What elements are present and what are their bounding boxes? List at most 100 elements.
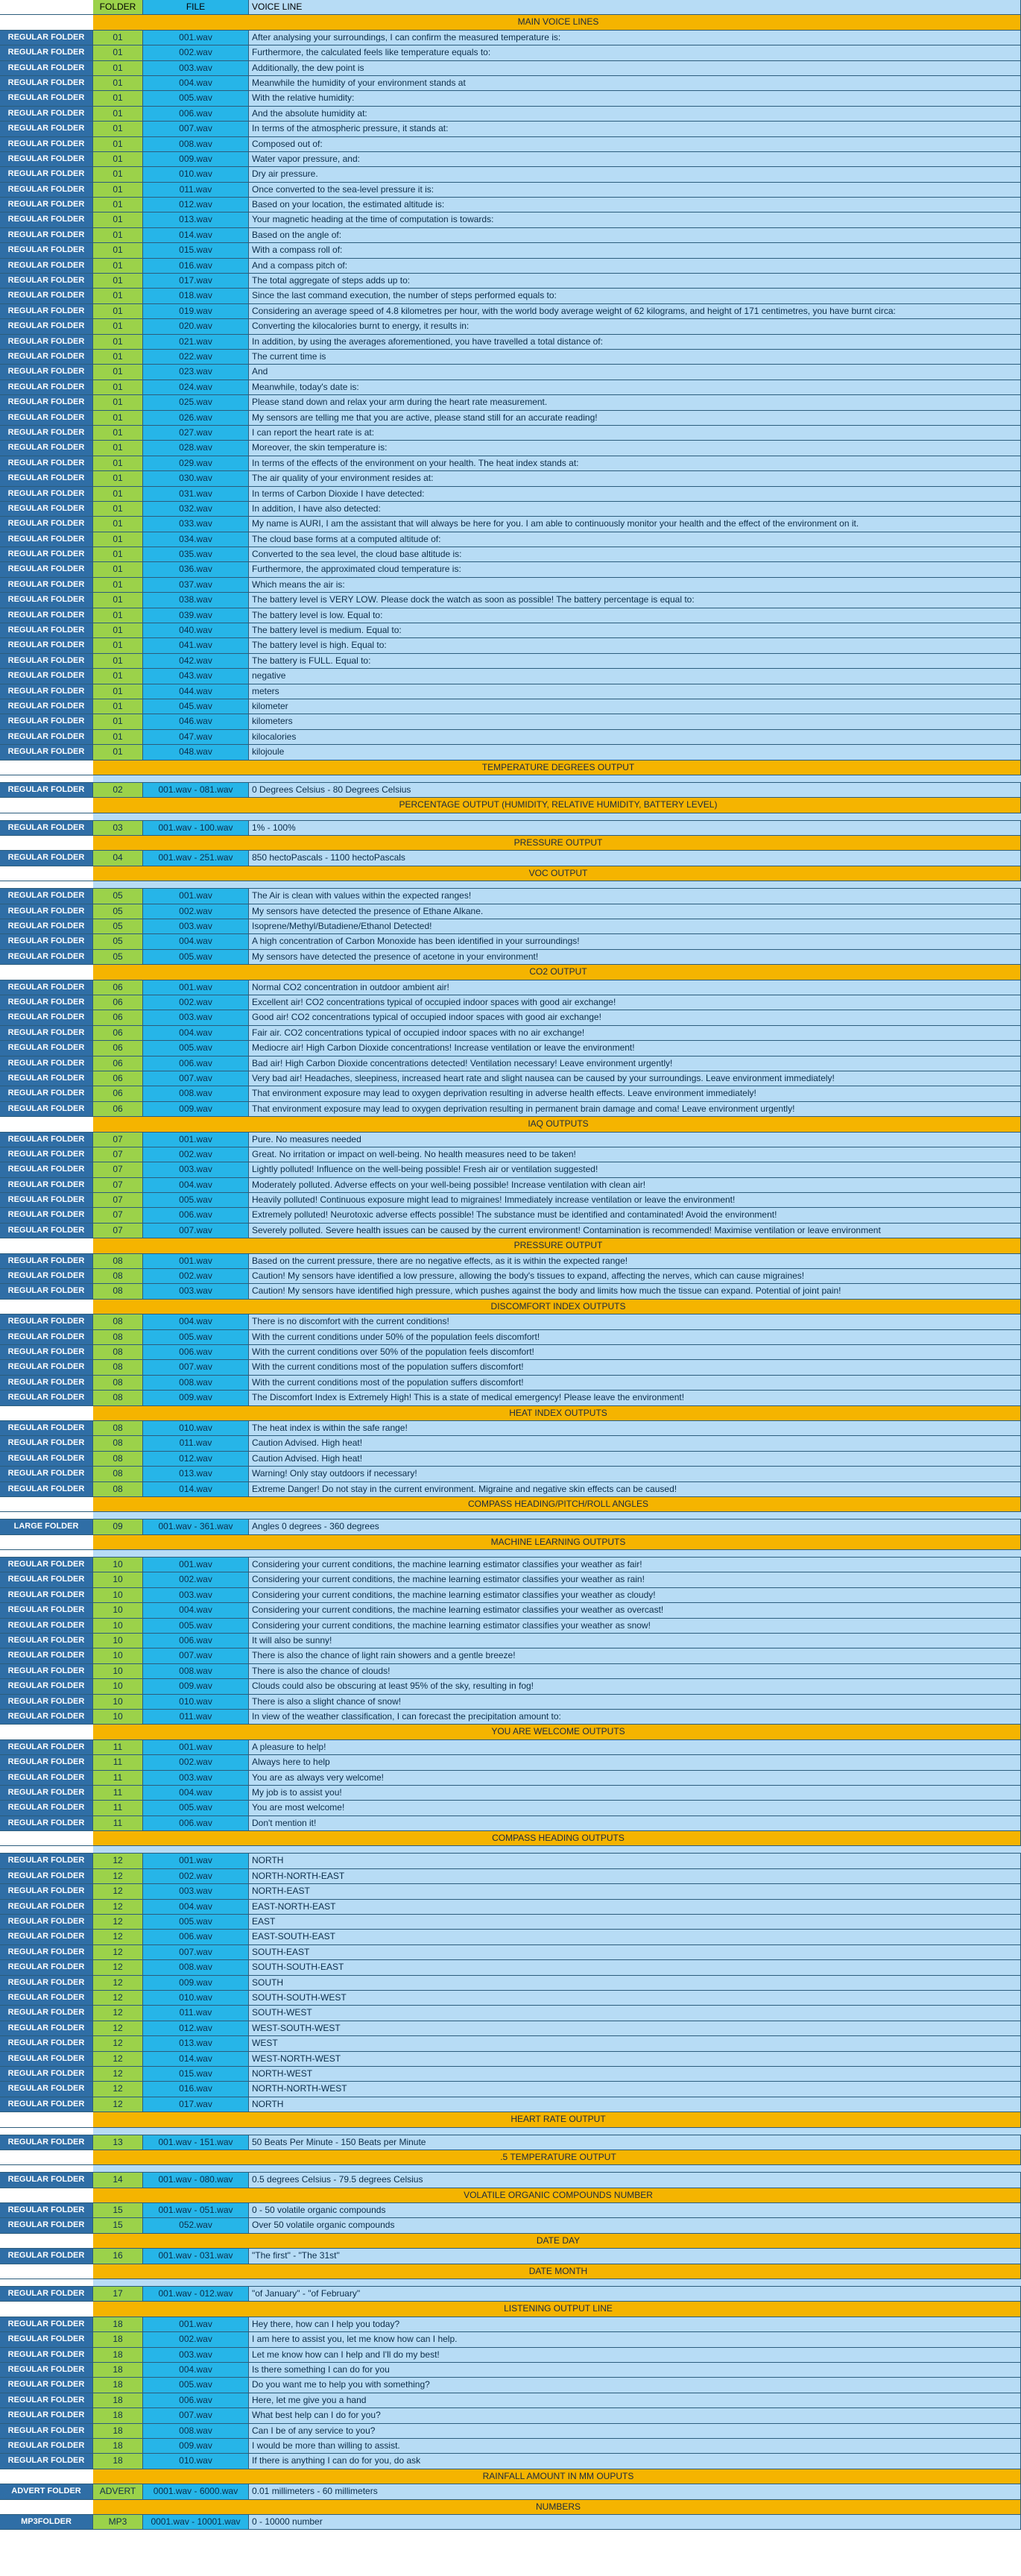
file-name-cell[interactable]: 001.wav [143, 1558, 249, 1572]
file-name-cell[interactable]: 003.wav [143, 1770, 249, 1785]
voice-line-cell[interactable]: Once converted to the sea-level pressure… [249, 182, 1021, 198]
folder-type-cell[interactable]: REGULAR FOLDER [0, 1010, 93, 1025]
file-name-cell[interactable]: 002.wav [143, 1868, 249, 1884]
file-name-cell[interactable]: 025.wav [143, 395, 249, 410]
folder-type-cell[interactable]: REGULAR FOLDER [0, 1193, 93, 1208]
folder-type-cell[interactable]: REGULAR FOLDER [0, 934, 93, 949]
voice-line-cell[interactable]: Mediocre air! High Carbon Dioxide concen… [249, 1041, 1021, 1056]
folder-type-cell[interactable]: REGULAR FOLDER [0, 1056, 93, 1071]
voice-line-cell[interactable]: The battery is FULL. Equal to: [249, 653, 1021, 669]
folder-number-cell[interactable]: 01 [93, 699, 143, 714]
folder-type-cell[interactable]: REGULAR FOLDER [0, 122, 93, 136]
folder-number-cell[interactable]: 04 [93, 851, 143, 866]
folder-type-cell[interactable]: REGULAR FOLDER [0, 782, 93, 798]
file-name-cell[interactable]: 005.wav [143, 1801, 249, 1816]
folder-number-cell[interactable]: 01 [93, 243, 143, 258]
folder-type-cell[interactable]: LARGE FOLDER [0, 1520, 93, 1534]
folder-number-cell[interactable]: 06 [93, 995, 143, 1010]
folder-type-cell[interactable]: REGULAR FOLDER [0, 75, 93, 91]
folder-number-cell[interactable]: 01 [93, 532, 143, 547]
file-name-cell[interactable]: 002.wav [143, 45, 249, 60]
file-name-cell[interactable]: 005.wav [143, 1329, 249, 1344]
folder-number-cell[interactable]: 01 [93, 577, 143, 593]
file-name-cell[interactable]: 034.wav [143, 532, 249, 547]
file-name-cell[interactable]: 040.wav [143, 623, 249, 638]
voice-line-cell[interactable]: kilometers [249, 714, 1021, 729]
folder-type-cell[interactable]: REGULAR FOLDER [0, 1770, 93, 1785]
file-name-cell[interactable]: 017.wav [143, 2097, 249, 2112]
voice-line-cell[interactable]: Considering your current conditions, the… [249, 1558, 1021, 1572]
file-name-cell[interactable]: 004.wav [143, 934, 249, 949]
folder-type-cell[interactable]: REGULAR FOLDER [0, 2347, 93, 2362]
voice-line-cell[interactable]: Considering your current conditions, the… [249, 1572, 1021, 1587]
voice-line-cell[interactable]: 50 Beats Per Minute - 150 Beats per Minu… [249, 2135, 1021, 2150]
folder-type-cell[interactable]: REGULAR FOLDER [0, 729, 93, 745]
file-name-cell[interactable]: 005.wav [143, 91, 249, 106]
voice-line-cell[interactable]: Which means the air is: [249, 577, 1021, 593]
folder-number-cell[interactable]: 18 [93, 2347, 143, 2362]
file-name-cell[interactable]: 003.wav [143, 60, 249, 75]
voice-line-cell[interactable]: Please stand down and relax your arm dur… [249, 395, 1021, 410]
voice-line-cell[interactable]: kilojoule [249, 745, 1021, 760]
folder-number-cell[interactable]: 18 [93, 2393, 143, 2408]
voice-line-cell[interactable]: Bad air! High Carbon Dioxide concentrati… [249, 1056, 1021, 1071]
file-name-cell[interactable]: 011.wav [143, 1436, 249, 1451]
file-name-cell[interactable]: 002.wav [143, 1147, 249, 1162]
folder-number-cell[interactable]: 12 [93, 1915, 143, 1930]
voice-line-cell[interactable]: kilocalories [249, 729, 1021, 745]
folder-number-cell[interactable]: 18 [93, 2378, 143, 2393]
folder-number-cell[interactable]: 18 [93, 2438, 143, 2454]
folder-type-cell[interactable]: REGULAR FOLDER [0, 2438, 93, 2454]
voice-line-cell[interactable]: Dry air pressure. [249, 167, 1021, 182]
voice-line-cell[interactable]: Caution Advised. High heat! [249, 1436, 1021, 1451]
voice-line-cell[interactable]: And [249, 365, 1021, 380]
folder-type-cell[interactable]: REGULAR FOLDER [0, 1223, 93, 1238]
voice-line-cell[interactable]: Can I be of any service to you? [249, 2423, 1021, 2438]
file-name-cell[interactable]: 007.wav [143, 122, 249, 136]
voice-line-cell[interactable]: WEST-NORTH-WEST [249, 2051, 1021, 2066]
folder-type-cell[interactable]: REGULAR FOLDER [0, 441, 93, 456]
voice-line-cell[interactable]: In terms of the atmospheric pressure, it… [249, 122, 1021, 136]
folder-type-cell[interactable]: REGULAR FOLDER [0, 106, 93, 122]
file-name-cell[interactable]: 001.wav - 031.wav [143, 2249, 249, 2264]
voice-line-cell[interactable]: Caution Advised. High heat! [249, 1451, 1021, 1467]
folder-number-cell[interactable]: 01 [93, 289, 143, 303]
file-name-cell[interactable]: 037.wav [143, 577, 249, 593]
folder-number-cell[interactable]: 16 [93, 2249, 143, 2264]
voice-line-cell[interactable]: Your magnetic heading at the time of com… [249, 212, 1021, 227]
voice-line-cell[interactable]: 850 hectoPascals - 1100 hectoPascals [249, 851, 1021, 866]
folder-type-cell[interactable]: REGULAR FOLDER [0, 1375, 93, 1391]
folder-number-cell[interactable]: 12 [93, 2006, 143, 2021]
folder-type-cell[interactable]: REGULAR FOLDER [0, 532, 93, 547]
file-name-cell[interactable]: 026.wav [143, 410, 249, 425]
folder-number-cell[interactable]: 18 [93, 2332, 143, 2347]
voice-line-cell[interactable]: The heat index is within the safe range! [249, 1420, 1021, 1436]
folder-type-cell[interactable]: REGULAR FOLDER [0, 1269, 93, 1284]
voice-line-cell[interactable]: Considering an average speed of 4.8 kilo… [249, 303, 1021, 319]
voice-line-cell[interactable]: SOUTH-SOUTH-WEST [249, 1991, 1021, 2006]
voice-line-cell[interactable]: Furthermore, the calculated feels like t… [249, 45, 1021, 60]
folder-number-cell[interactable]: 01 [93, 167, 143, 182]
folder-type-cell[interactable]: REGULAR FOLDER [0, 1162, 93, 1177]
file-name-cell[interactable]: 004.wav [143, 2362, 249, 2378]
folder-number-cell[interactable]: 12 [93, 1944, 143, 1960]
file-name-cell[interactable]: 007.wav [143, 1648, 249, 1663]
folder-number-cell[interactable]: 01 [93, 425, 143, 441]
file-name-cell[interactable]: 019.wav [143, 303, 249, 319]
file-name-cell[interactable]: 035.wav [143, 547, 249, 562]
voice-line-cell[interactable]: 1% - 100% [249, 820, 1021, 836]
folder-number-cell[interactable]: 08 [93, 1284, 143, 1299]
voice-line-cell[interactable]: Pure. No measures needed [249, 1132, 1021, 1147]
folder-type-cell[interactable]: REGULAR FOLDER [0, 1739, 93, 1755]
voice-line-cell[interactable]: Do you want me to help you with somethin… [249, 2378, 1021, 2393]
file-name-cell[interactable]: 003.wav [143, 1284, 249, 1299]
folder-number-cell[interactable]: 01 [93, 274, 143, 289]
file-name-cell[interactable]: 010.wav [143, 167, 249, 182]
folder-type-cell[interactable]: REGULAR FOLDER [0, 1558, 93, 1572]
folder-number-cell[interactable]: 01 [93, 182, 143, 198]
folder-number-cell[interactable]: 07 [93, 1177, 143, 1193]
file-name-cell[interactable]: 011.wav [143, 182, 249, 198]
folder-type-cell[interactable]: REGULAR FOLDER [0, 2218, 93, 2233]
file-name-cell[interactable]: 017.wav [143, 274, 249, 289]
voice-line-cell[interactable]: With the current conditions under 50% of… [249, 1329, 1021, 1344]
